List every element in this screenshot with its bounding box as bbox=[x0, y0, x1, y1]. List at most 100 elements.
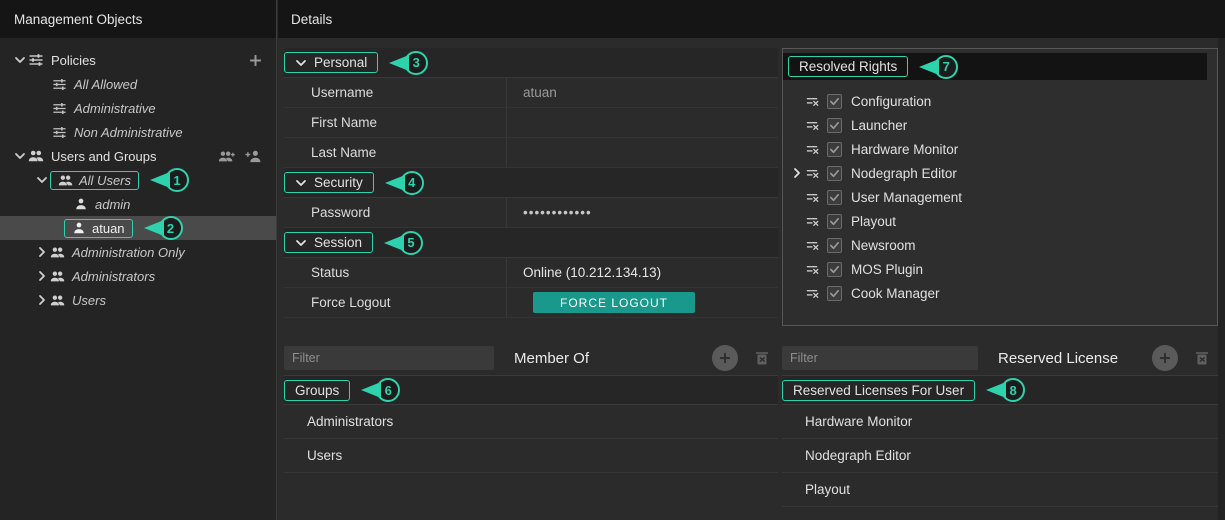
rights-icon bbox=[805, 286, 820, 301]
group-icon bbox=[50, 293, 65, 308]
annotation-box-atuan: atuan bbox=[64, 219, 133, 238]
checkbox-checked[interactable] bbox=[827, 190, 842, 205]
right-label: Playout bbox=[851, 214, 896, 229]
password-field[interactable]: •••••••••••• bbox=[506, 198, 778, 227]
reserved-license-filter-input[interactable] bbox=[782, 346, 978, 370]
rights-row-playout[interactable]: Playout bbox=[791, 209, 1217, 233]
member-of-filter-input[interactable] bbox=[284, 346, 494, 370]
chevron-right-icon[interactable] bbox=[34, 294, 50, 306]
checkbox-checked[interactable] bbox=[827, 238, 842, 253]
annotation-box-security: Security bbox=[284, 172, 374, 193]
tree-item-label: Policies bbox=[51, 53, 96, 68]
rights-row-nodegraph-editor[interactable]: Nodegraph Editor bbox=[791, 161, 1217, 185]
rights-row-mos-plugin[interactable]: MOS Plugin bbox=[791, 257, 1217, 281]
reserved-license-toolbar: Reserved License bbox=[782, 344, 1218, 372]
policies-icon bbox=[28, 52, 44, 68]
chevron-down-icon bbox=[295, 237, 307, 249]
force-logout-button[interactable]: FORCE LOGOUT bbox=[533, 292, 695, 313]
license-row-playout[interactable]: Playout bbox=[782, 473, 1218, 507]
chevron-down-icon[interactable] bbox=[12, 54, 28, 66]
callout-arrow bbox=[385, 175, 405, 191]
tree-item-label: Users bbox=[72, 293, 106, 308]
rights-icon bbox=[805, 118, 820, 133]
license-row-nodegraph-editor[interactable]: Nodegraph Editor bbox=[782, 439, 1218, 473]
tree-item-label: All Users bbox=[79, 173, 131, 188]
checkbox-checked[interactable] bbox=[827, 286, 842, 301]
chevron-right-icon[interactable] bbox=[34, 246, 50, 258]
rights-row-hardware-monitor[interactable]: Hardware Monitor bbox=[791, 137, 1217, 161]
tree-item-policies[interactable]: Policies bbox=[0, 48, 276, 72]
callout-5: 5 bbox=[384, 231, 423, 255]
rights-row-launcher[interactable]: Launcher bbox=[791, 113, 1217, 137]
right-label: Cook Manager bbox=[851, 286, 940, 301]
chevron-down-icon[interactable] bbox=[34, 174, 50, 186]
tree-item-all-allowed[interactable]: All Allowed bbox=[0, 72, 276, 96]
rights-row-configuration[interactable]: Configuration bbox=[791, 89, 1217, 113]
right-label: MOS Plugin bbox=[851, 262, 923, 277]
group-name: Administrators bbox=[307, 414, 393, 429]
member-of-row-administrators[interactable]: Administrators bbox=[284, 405, 778, 439]
tree-item-label: All Allowed bbox=[74, 77, 137, 92]
rights-row-user-management[interactable]: User Management bbox=[791, 185, 1217, 209]
status-value: Online (10.212.134.13) bbox=[506, 258, 778, 287]
right-label: Newsroom bbox=[851, 238, 916, 253]
field-row-username: Username atuan bbox=[284, 78, 778, 108]
member-of-title: Member Of bbox=[514, 350, 589, 367]
checkbox-checked[interactable] bbox=[827, 262, 842, 277]
checkbox-checked[interactable] bbox=[827, 166, 842, 181]
tree-item-users[interactable]: Users bbox=[0, 288, 276, 312]
reserved-license-panel: Reserved License Reserved Licenses For U… bbox=[782, 344, 1218, 507]
chevron-right-icon[interactable] bbox=[34, 270, 50, 282]
add-member-button[interactable] bbox=[712, 345, 738, 371]
chevron-down-icon bbox=[295, 177, 307, 189]
rights-row-cook-manager[interactable]: Cook Manager bbox=[791, 281, 1217, 305]
license-row-hardware-monitor[interactable]: Hardware Monitor bbox=[782, 405, 1218, 439]
tree-item-administration-only[interactable]: Administration Only bbox=[0, 240, 276, 264]
first-name-field[interactable] bbox=[506, 108, 778, 137]
checkbox-checked[interactable] bbox=[827, 142, 842, 157]
tree-item-admin[interactable]: admin bbox=[0, 192, 276, 216]
checkbox-checked[interactable] bbox=[827, 118, 842, 133]
annotation-box-reserved-licenses: Reserved Licenses For User bbox=[782, 380, 975, 401]
license-name: Nodegraph Editor bbox=[805, 448, 911, 463]
last-name-field[interactable] bbox=[506, 138, 778, 167]
username-field[interactable]: atuan bbox=[506, 78, 778, 107]
add-group-button[interactable] bbox=[218, 149, 235, 164]
chevron-right-icon[interactable] bbox=[791, 167, 805, 179]
chevron-down-icon bbox=[295, 57, 307, 69]
tree-item-all-users[interactable]: All Users 1 bbox=[0, 168, 276, 192]
group-icon bbox=[50, 245, 65, 260]
right-label: Nodegraph Editor bbox=[851, 166, 957, 181]
field-row-last-name: Last Name bbox=[284, 138, 778, 168]
tree-item-label: Administrative bbox=[74, 101, 156, 116]
remove-member-button[interactable] bbox=[754, 350, 770, 366]
rights-icon bbox=[805, 238, 820, 253]
chevron-down-icon[interactable] bbox=[12, 150, 28, 162]
tree-item-administrators[interactable]: Administrators bbox=[0, 264, 276, 288]
add-policy-button[interactable] bbox=[249, 54, 262, 67]
section-security[interactable]: Security 4 bbox=[284, 168, 778, 198]
section-personal[interactable]: Personal 3 bbox=[284, 48, 778, 78]
member-of-row-users[interactable]: Users bbox=[284, 439, 778, 473]
tree-item-atuan[interactable]: atuan 2 bbox=[0, 216, 276, 240]
tree-item-non-administrative[interactable]: Non Administrative bbox=[0, 120, 276, 144]
add-license-button[interactable] bbox=[1152, 345, 1178, 371]
annotation-box-groups: Groups bbox=[284, 380, 350, 401]
right-label: Configuration bbox=[851, 94, 931, 109]
tree-item-label: Non Administrative bbox=[74, 125, 183, 140]
checkbox-checked[interactable] bbox=[827, 94, 842, 109]
rights-row-newsroom[interactable]: Newsroom bbox=[791, 233, 1217, 257]
section-session[interactable]: Session 5 bbox=[284, 228, 778, 258]
groups-header-label: Groups bbox=[295, 383, 339, 398]
group-icon bbox=[58, 173, 73, 188]
add-user-button[interactable] bbox=[245, 149, 262, 164]
remove-license-button[interactable] bbox=[1194, 350, 1210, 366]
tree-item-label: atuan bbox=[92, 221, 125, 236]
users-groups-icon bbox=[28, 148, 44, 164]
callout-arrow bbox=[389, 55, 409, 71]
tree-item-users-and-groups[interactable]: Users and Groups bbox=[0, 144, 276, 168]
user-icon bbox=[72, 221, 86, 235]
tree-item-administrative[interactable]: Administrative bbox=[0, 96, 276, 120]
right-gutter bbox=[1218, 38, 1225, 520]
checkbox-checked[interactable] bbox=[827, 214, 842, 229]
